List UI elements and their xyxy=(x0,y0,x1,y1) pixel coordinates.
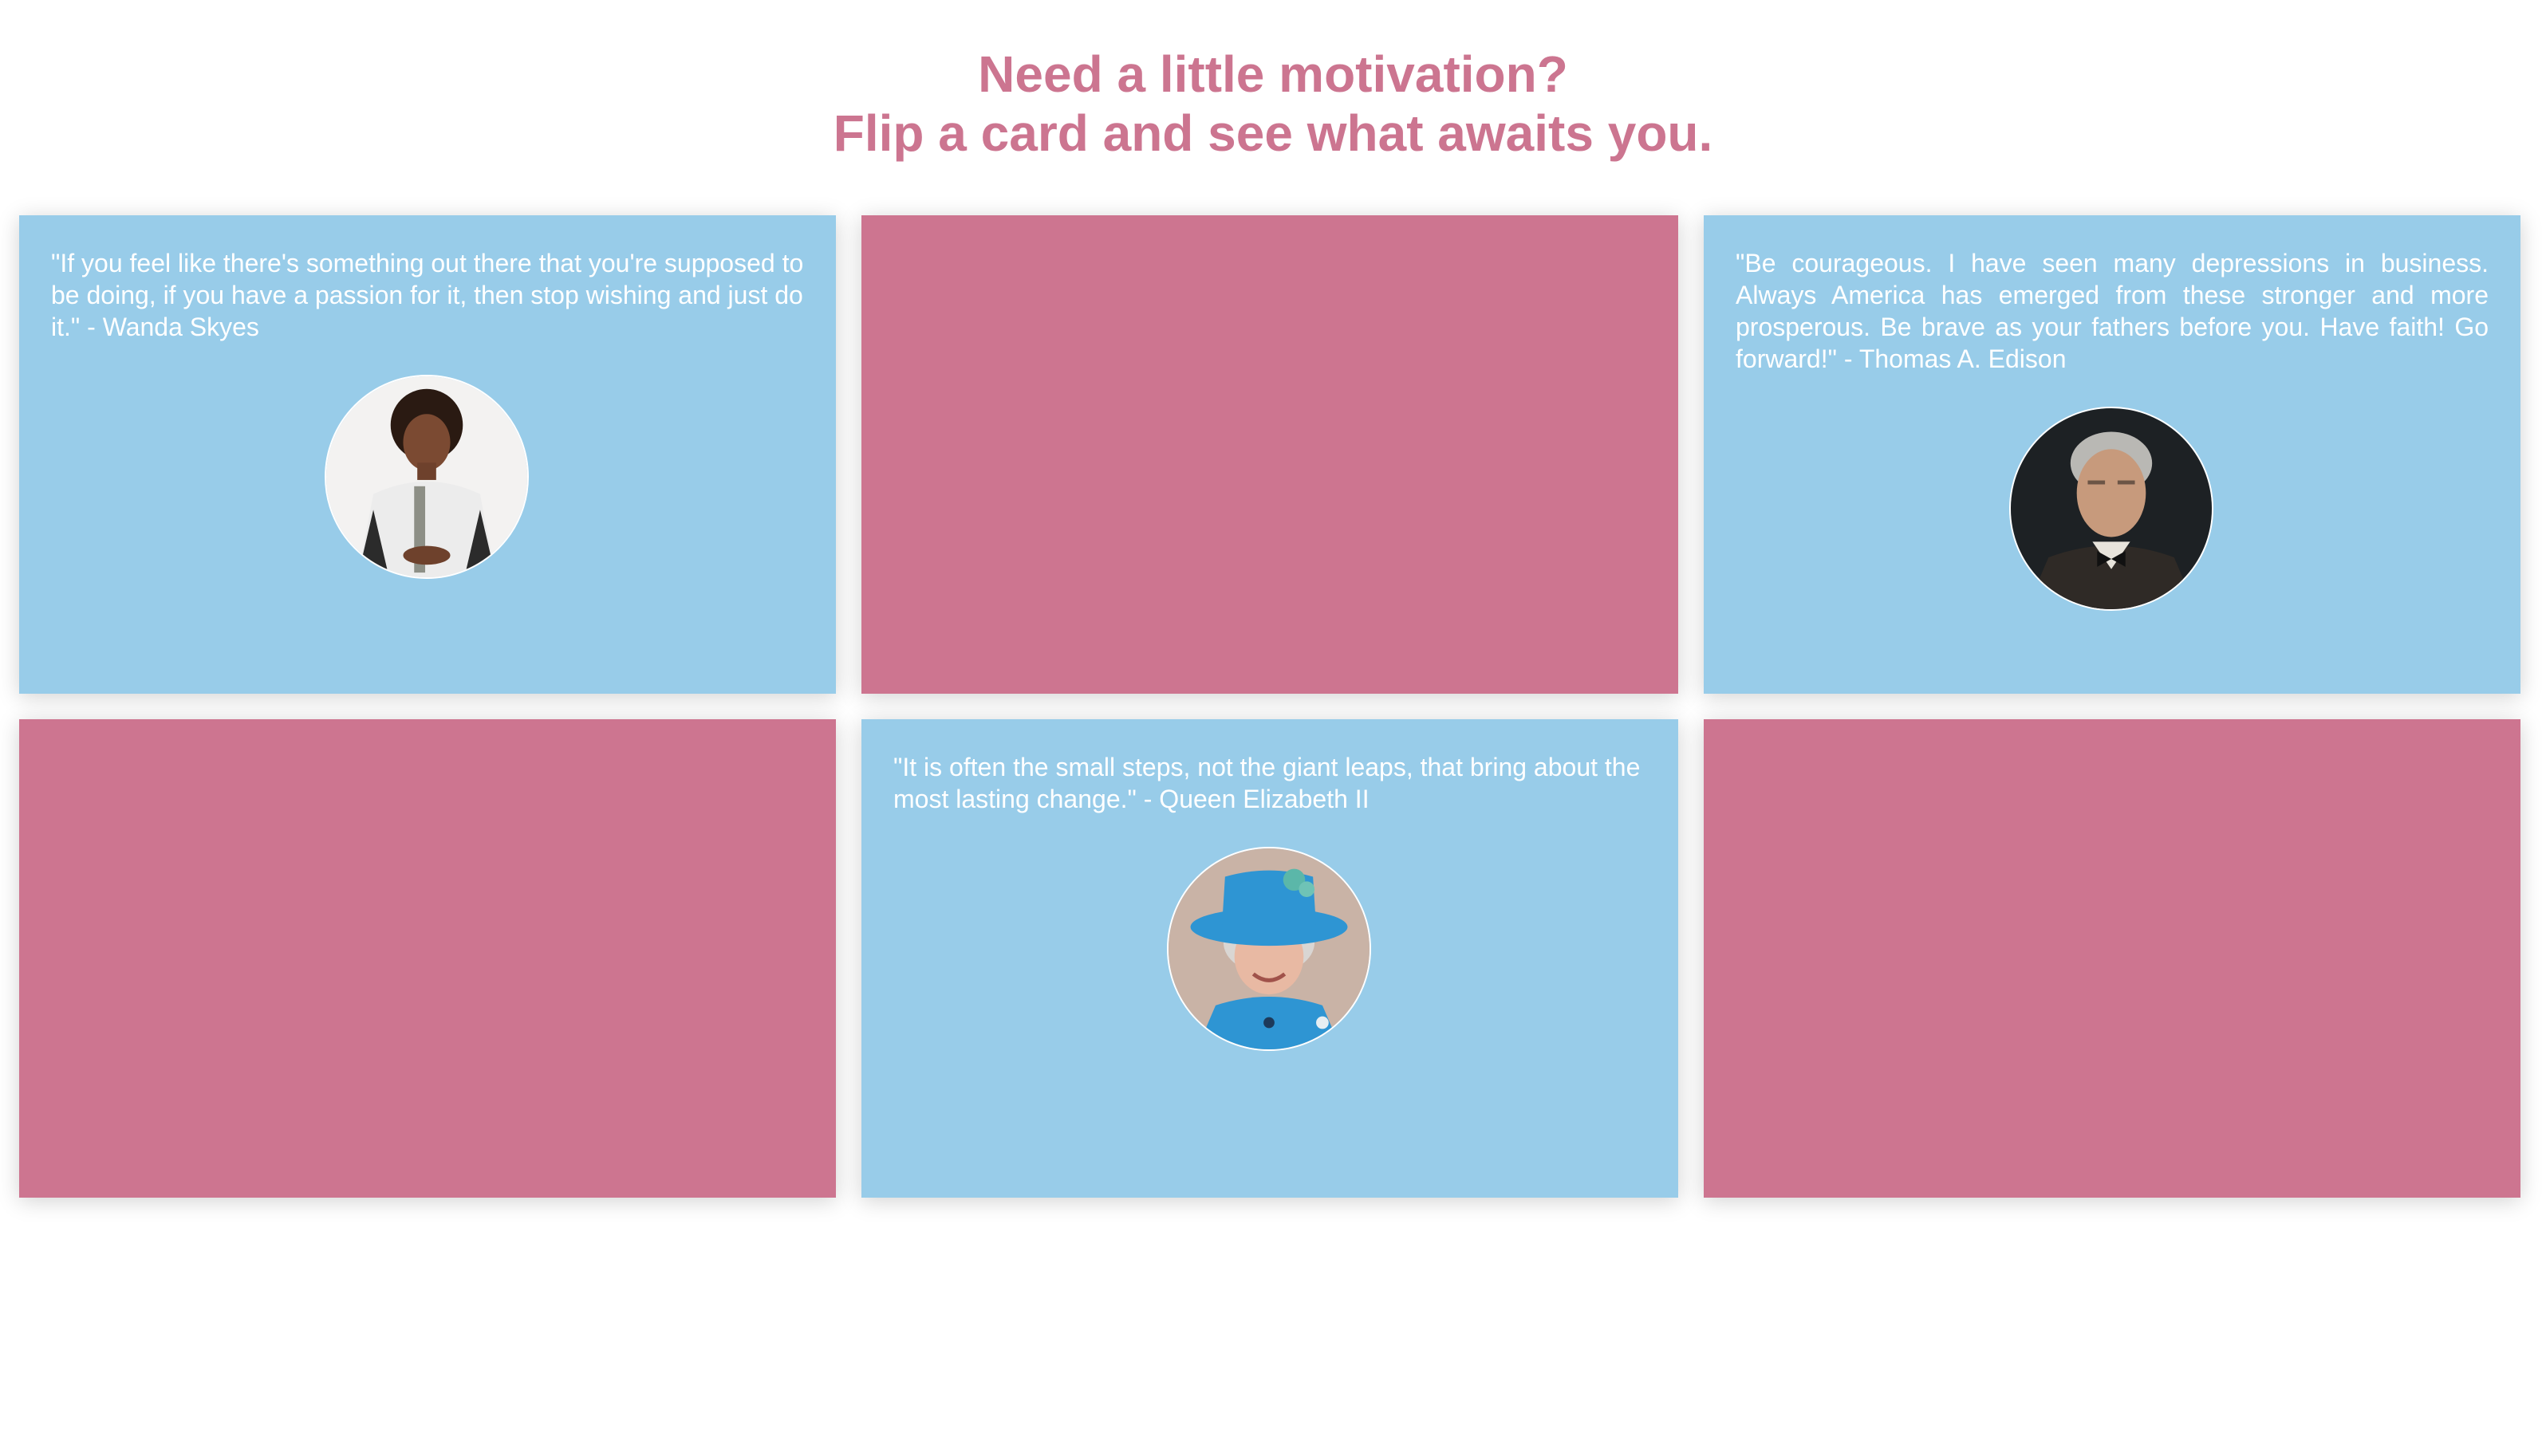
title-line-2: Flip a card and see what awaits you. xyxy=(833,104,1713,162)
queen-elizabeth-portrait-icon xyxy=(1167,847,1371,1051)
card-4[interactable] xyxy=(19,719,836,1198)
wanda-skyes-portrait-icon xyxy=(325,375,529,579)
card-quote: "It is often the small steps, not the gi… xyxy=(893,753,1641,813)
card-2[interactable] xyxy=(861,215,1678,694)
title-line-1: Need a little motivation? xyxy=(978,45,1568,103)
card-1[interactable]: "If you feel like there's something out … xyxy=(19,215,836,694)
card-5[interactable]: "It is often the small steps, not the gi… xyxy=(861,719,1678,1198)
page-title: Need a little motivation? Flip a card an… xyxy=(0,45,2546,163)
card-quote: "Be courageous. I have seen many depress… xyxy=(1736,249,2489,373)
card-quote: "If you feel like there's something out … xyxy=(51,249,804,341)
card-3[interactable]: "Be courageous. I have seen many depress… xyxy=(1704,215,2520,694)
card-6[interactable] xyxy=(1704,719,2520,1198)
thomas-edison-portrait-icon xyxy=(2009,407,2213,611)
